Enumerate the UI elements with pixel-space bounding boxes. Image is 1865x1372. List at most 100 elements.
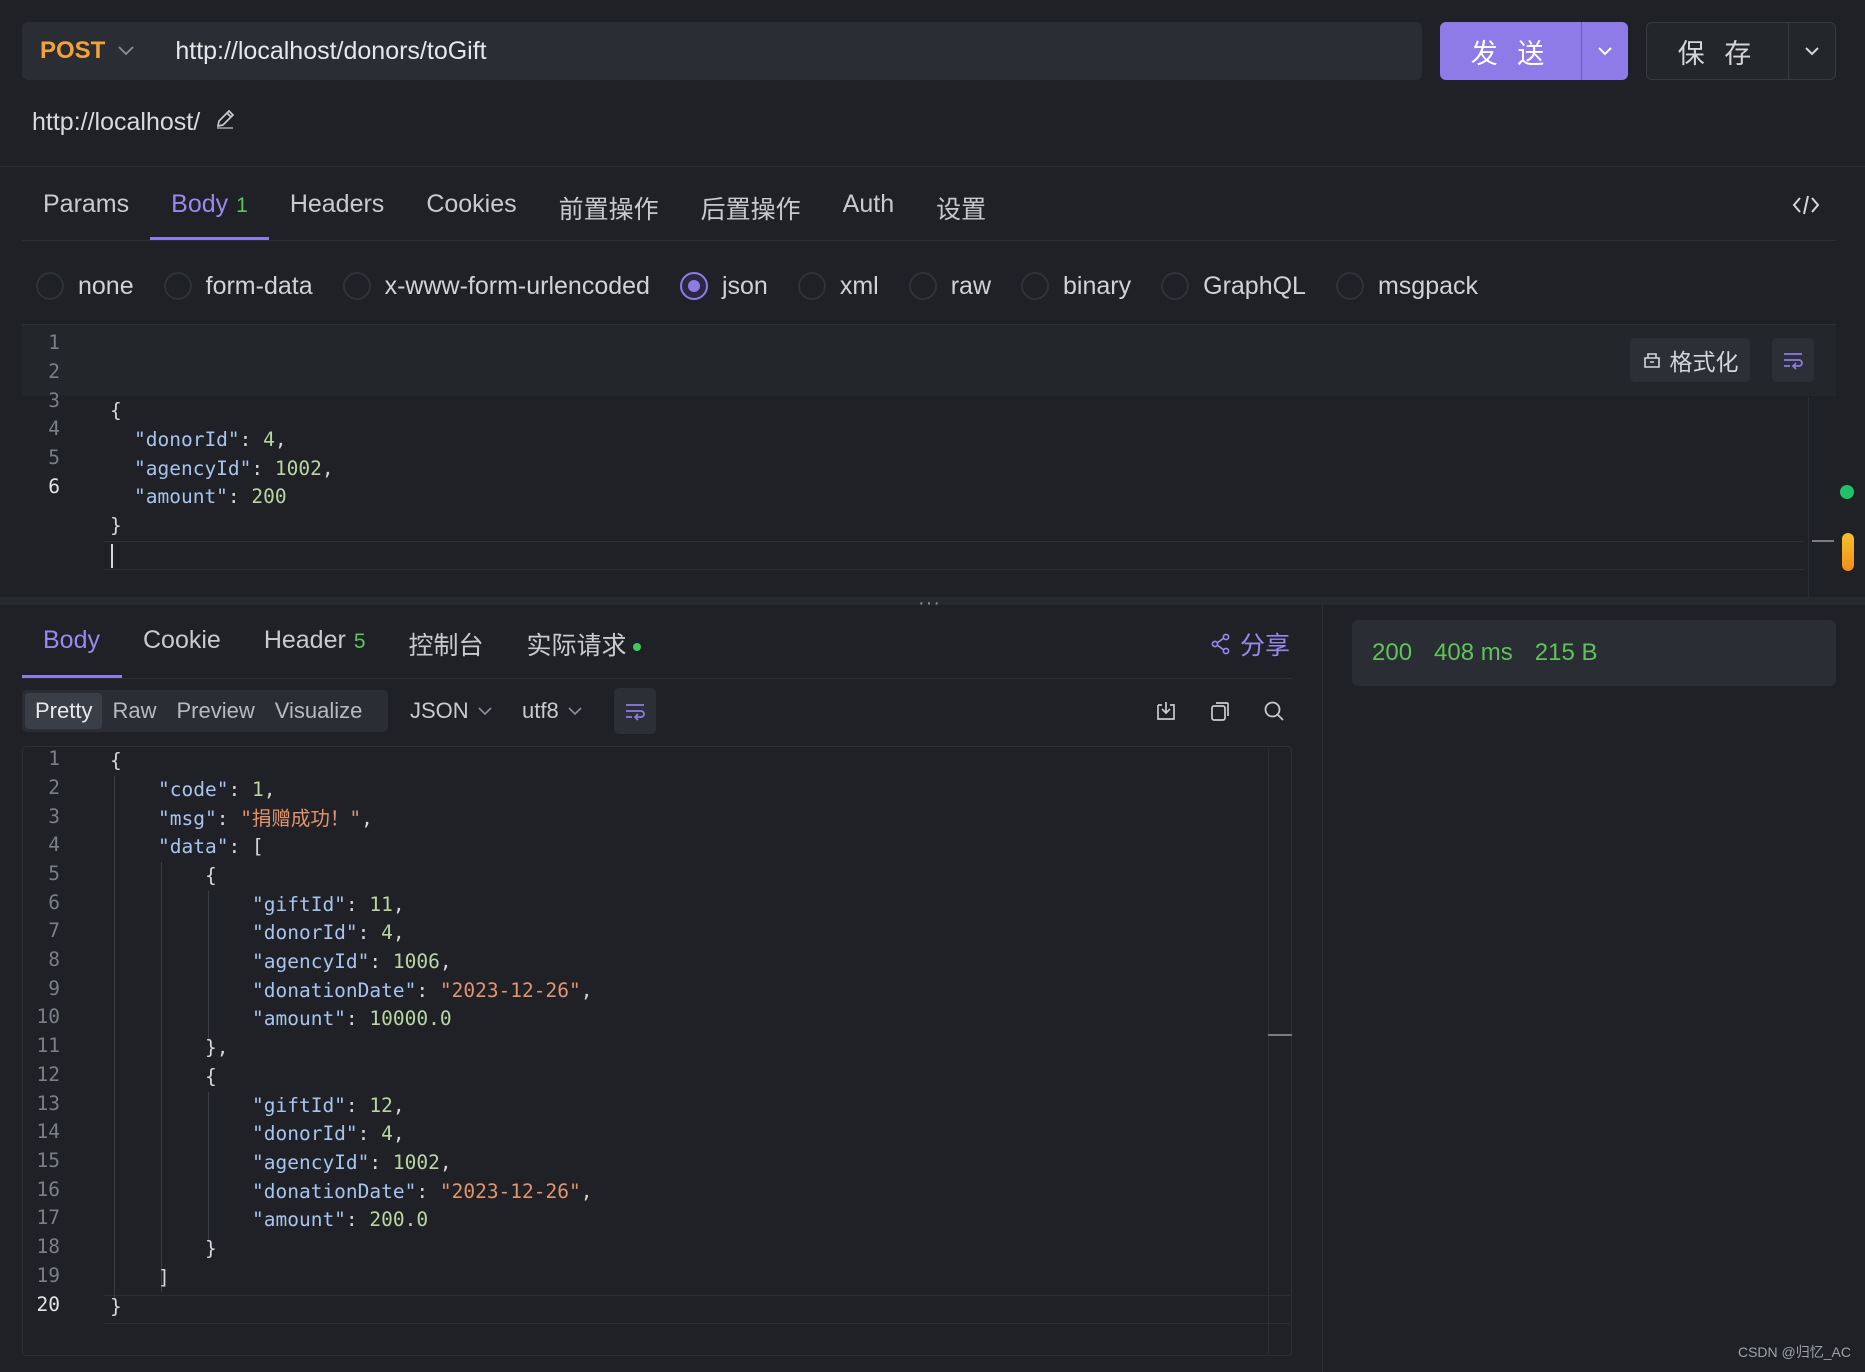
response-status: 200 408 ms 215 B: [1352, 620, 1836, 686]
side-indicator: [1842, 533, 1854, 571]
indent-guide: [208, 1092, 209, 1242]
code-line: {: [110, 399, 122, 422]
share-button[interactable]: 分享: [1210, 626, 1290, 662]
radio-label: none: [78, 271, 134, 300]
response-scrollbar[interactable]: [1268, 748, 1269, 1354]
divider: [22, 240, 1836, 241]
tab-label: Cookie: [142, 626, 221, 654]
drag-handle-icon[interactable]: ···: [918, 592, 941, 615]
wrap-toggle-button[interactable]: [1772, 338, 1814, 382]
code-line: "msg": "捐赠成功！",: [158, 807, 373, 830]
view-visualize-button[interactable]: Visualize: [265, 693, 373, 729]
radio-msgpack[interactable]: msgpack: [1335, 272, 1478, 301]
tab-post-request[interactable]: 后置操作: [680, 176, 822, 240]
radio-circle[interactable]: [679, 272, 708, 300]
code-line: "donorId": 4,: [134, 428, 287, 451]
search-icon[interactable]: [1258, 695, 1290, 727]
radio-circle[interactable]: [342, 272, 371, 300]
url-input[interactable]: http://localhost/donors/toGift: [175, 37, 486, 66]
editor-scrollbar[interactable]: [1808, 397, 1809, 597]
format-icon: [1643, 353, 1660, 368]
line-number: 10: [36, 1005, 60, 1028]
radio-xml[interactable]: xml: [797, 272, 879, 301]
encoding-select[interactable]: utf8: [522, 698, 583, 724]
watermark: CSDN @归忆_AC: [1737, 1344, 1851, 1360]
method-label: POST: [40, 37, 106, 64]
tab-cookies[interactable]: Cookies: [405, 176, 537, 240]
tab-body[interactable]: Body 1: [150, 176, 269, 240]
line-number: 9: [48, 977, 60, 1000]
live-dot: [632, 643, 641, 652]
send-button[interactable]: 发 送: [1440, 22, 1582, 80]
radio-graphql[interactable]: GraphQL: [1161, 272, 1306, 301]
tab-pre-request[interactable]: 前置操作: [538, 176, 680, 240]
body-type-radios: none form-data x-www-form-urlencoded jso…: [36, 266, 1508, 306]
code-line: "donorId": 4,: [252, 921, 405, 944]
tab-label: Header: [263, 626, 346, 654]
resp-tab-cookie[interactable]: Cookie: [122, 612, 243, 678]
status-code: 200: [1372, 639, 1413, 666]
wrap-icon: [1784, 353, 1803, 370]
tab-label: 实际请求: [526, 632, 627, 660]
radio-circle[interactable]: [1161, 272, 1190, 300]
indent-guide: [161, 862, 162, 1292]
tab-params[interactable]: Params: [22, 176, 150, 240]
format-button[interactable]: 格式化: [1630, 338, 1750, 382]
resp-tab-header[interactable]: Header 5: [243, 612, 388, 678]
radio-x-www-form-urlencoded[interactable]: x-www-form-urlencoded: [342, 271, 650, 301]
view-pretty-button[interactable]: Pretty: [25, 693, 103, 729]
tab-headers[interactable]: Headers: [269, 176, 406, 240]
status-size: 215 B: [1534, 639, 1598, 666]
tab-label: 后置操作: [700, 196, 801, 224]
send-dropdown-button[interactable]: [1582, 22, 1628, 80]
pane-divider: [1322, 605, 1323, 1372]
download-icon[interactable]: [1150, 695, 1182, 727]
wrap-toggle-button[interactable]: [614, 688, 656, 734]
line-number: 2: [48, 776, 60, 799]
radio-json[interactable]: json: [679, 272, 768, 301]
radio-raw[interactable]: raw: [908, 272, 991, 301]
divider: [0, 166, 1865, 167]
indent-guide: [114, 776, 115, 1298]
radio-circle[interactable]: [1335, 272, 1364, 300]
radio-label: x-www-form-urlencoded: [384, 271, 650, 300]
url-bar: POST http://localhost/donors/toGift: [22, 22, 1422, 80]
divider: [22, 678, 1292, 679]
tab-auth[interactable]: Auth: [822, 176, 915, 240]
share-label: 分享: [1240, 632, 1291, 660]
radio-circle[interactable]: [908, 272, 937, 300]
format-select[interactable]: JSON: [410, 698, 493, 724]
radio-label: GraphQL: [1203, 271, 1306, 300]
code-icon[interactable]: [1792, 194, 1820, 222]
radio-circle[interactable]: [797, 272, 826, 300]
radio-binary[interactable]: binary: [1021, 272, 1131, 301]
text-caret: [111, 544, 113, 568]
tab-settings[interactable]: 设置: [915, 176, 1007, 240]
scrollbar-marker: [1268, 1034, 1292, 1036]
copy-icon[interactable]: [1204, 695, 1236, 727]
code-line: {: [110, 749, 122, 772]
save-button[interactable]: 保 存: [1647, 23, 1789, 79]
tab-label: Body: [171, 190, 229, 218]
radio-none[interactable]: none: [36, 272, 134, 301]
radio-circle[interactable]: [163, 272, 192, 300]
view-raw-button[interactable]: Raw: [102, 693, 166, 729]
radio-circle[interactable]: [1021, 272, 1050, 300]
resp-tab-body[interactable]: Body: [22, 612, 122, 678]
edit-pencil-icon[interactable]: [214, 108, 236, 137]
chevron-down-icon: [117, 41, 135, 62]
line-number: 7: [48, 919, 60, 942]
resp-tab-actual-request[interactable]: 实际请求: [506, 612, 663, 678]
radio-form-data[interactable]: form-data: [163, 271, 313, 301]
method-select[interactable]: POST: [40, 37, 135, 65]
view-preview-button[interactable]: Preview: [166, 693, 264, 729]
resp-tab-console[interactable]: 控制台: [388, 612, 506, 678]
code-line: "donorId": 4,: [252, 1122, 405, 1145]
line-number: 6: [48, 475, 60, 498]
line-number: 2: [48, 360, 60, 383]
radio-label: form-data: [205, 271, 313, 300]
radio-circle[interactable]: [36, 272, 64, 300]
save-dropdown-button[interactable]: [1789, 23, 1835, 79]
code-line: "agencyId": 1002,: [252, 1151, 452, 1174]
line-number: 18: [36, 1235, 60, 1258]
